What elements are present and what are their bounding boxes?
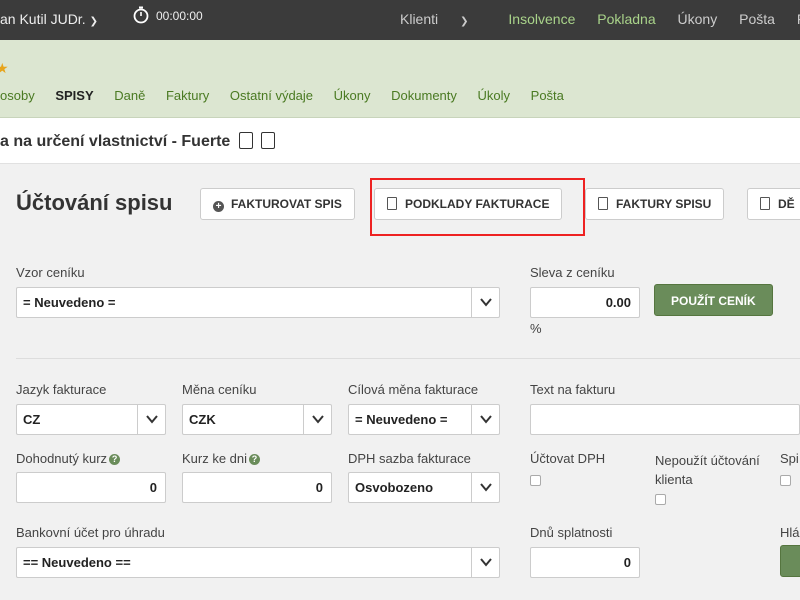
button-label: FAKTURY SPISU	[616, 197, 712, 211]
tab-osoby[interactable]: osoby	[0, 88, 35, 103]
divider	[16, 358, 800, 359]
user-menu[interactable]: an Kutil JUDr. ❯	[0, 11, 98, 27]
case-title-text: a na určení vlastnictví - Fuerte	[0, 133, 231, 150]
chevron-down-icon	[471, 473, 499, 502]
stopwatch-icon	[133, 6, 149, 24]
chevron-down-icon: ❯	[460, 16, 469, 27]
chevron-down-icon	[471, 288, 499, 317]
spi-checkbox[interactable]	[780, 475, 791, 486]
rate-date-label: Kurz ke dni?	[182, 451, 261, 466]
partial-green-button[interactable]	[780, 545, 800, 577]
tab-spisy[interactable]: SPISY	[55, 88, 93, 103]
tab-ukony[interactable]: Úkony	[334, 88, 371, 103]
tab-dane[interactable]: Daně	[114, 88, 145, 103]
tab-ostatni-vydaje[interactable]: Ostatní výdaje	[230, 88, 313, 103]
language-select[interactable]: CZ	[16, 404, 166, 435]
case-title-bar: a na určení vlastnictví - Fuerte	[0, 118, 800, 164]
vat-rate-select[interactable]: Osvobozeno	[348, 472, 500, 503]
agreed-rate-input[interactable]: 0	[16, 472, 166, 503]
help-icon[interactable]: ?	[109, 454, 121, 465]
discount-label: Sleva z ceníku	[530, 265, 615, 280]
select-value: == Neuvedeno ==	[23, 555, 131, 570]
nav-label: Klienti	[400, 11, 439, 27]
select-value: CZ	[23, 412, 41, 427]
button-label: FAKTUROVAT SPIS	[231, 197, 342, 211]
case-tabs: osoby SPISY Daně Faktury Ostatní výdaje …	[0, 88, 581, 103]
select-value: = Neuvedeno =	[355, 412, 448, 427]
tab-posta[interactable]: Pošta	[531, 88, 564, 103]
page-title: Účtování spisu	[16, 190, 173, 215]
price-template-select[interactable]: = Neuvedeno =	[16, 287, 500, 318]
label-text: Kurz ke dni	[182, 451, 248, 466]
plus-circle-icon: +	[213, 201, 224, 212]
case-title: a na určení vlastnictví - Fuerte	[0, 132, 276, 151]
discount-unit: %	[530, 321, 542, 336]
chevron-down-icon	[471, 405, 499, 434]
user-name: an Kutil JUDr.	[0, 11, 86, 27]
tab-ukoly[interactable]: Úkoly	[478, 88, 511, 103]
charge-vat-label: Účtovat DPH	[530, 451, 606, 466]
sub-bar: ★ osoby SPISY Daně Faktury Ostatní výdaj…	[0, 40, 800, 118]
chevron-down-icon: ❯	[89, 16, 98, 27]
star-icon[interactable]: ★	[0, 60, 9, 77]
target-currency-select[interactable]: = Neuvedeno =	[348, 404, 500, 435]
currency-label: Měna ceníku	[182, 382, 257, 397]
chevron-down-icon	[137, 405, 165, 434]
select-value: Osvobozeno	[355, 480, 434, 495]
timer[interactable]: 00:00:00	[132, 6, 203, 24]
invoice-case-button[interactable]: + FAKTUROVAT SPIS	[200, 188, 355, 220]
spi-label: Spi	[780, 451, 799, 466]
top-bar: an Kutil JUDr. ❯ 00:00:00 Klienti ❯ Insolv…	[0, 0, 800, 40]
chevron-down-icon	[303, 405, 331, 434]
bank-account-label: Bankovní účet pro úhradu	[16, 525, 165, 540]
tab-faktury[interactable]: Faktury	[166, 88, 209, 103]
due-days-label: Dnů splatnosti	[530, 525, 613, 540]
clipboard-text-icon[interactable]	[238, 132, 253, 149]
tab-dokumenty[interactable]: Dokumenty	[391, 88, 457, 103]
language-label: Jazyk fakturace	[16, 382, 107, 397]
main-nav: Klienti ❯ Insolvence Pokladna Úkony Pošta…	[400, 11, 800, 27]
target-currency-label: Cílová měna fakturace	[348, 382, 479, 397]
nav-item-posta[interactable]: Pošta	[739, 11, 775, 27]
nav-item-pokladna[interactable]: Pokladna	[597, 11, 655, 27]
apply-price-list-button[interactable]: POUŽÍT CENÍK	[654, 284, 773, 316]
button-label: DĚ	[778, 197, 795, 211]
currency-select[interactable]: CZK	[182, 404, 332, 435]
invoice-text-input[interactable]	[530, 404, 800, 435]
discount-input[interactable]: 0.00	[530, 287, 640, 318]
charge-vat-checkbox[interactable]	[530, 475, 541, 486]
case-invoices-button[interactable]: FAKTURY SPISU	[585, 188, 725, 220]
bank-account-select[interactable]: == Neuvedeno ==	[16, 547, 500, 578]
due-days-input[interactable]: 0	[530, 547, 640, 578]
highlight-box	[370, 178, 585, 236]
document-icon	[760, 197, 770, 210]
more-button[interactable]: DĚ	[747, 188, 800, 220]
agreed-rate-label: Dohodnutý kurz?	[16, 451, 121, 466]
chevron-down-icon	[471, 548, 499, 577]
nav-item-klienti[interactable]: Klienti ❯	[400, 11, 487, 27]
document-icon	[598, 197, 608, 210]
help-icon[interactable]: ?	[249, 454, 261, 465]
no-client-billing-label: Nepoužít účtování klienta	[655, 453, 760, 487]
label-text: Dohodnutý kurz	[16, 451, 108, 466]
clipboard-attach-icon[interactable]	[261, 132, 276, 149]
timer-value: 00:00:00	[156, 9, 203, 23]
select-value: CZK	[189, 412, 216, 427]
select-value: = Neuvedeno =	[23, 295, 116, 310]
rate-date-input[interactable]: 0	[182, 472, 332, 503]
nav-item-ukony[interactable]: Úkony	[678, 11, 718, 27]
vat-rate-label: DPH sazba fakturace	[348, 451, 471, 466]
hla-label: Hlá	[780, 525, 800, 540]
nav-item-insolvence[interactable]: Insolvence	[508, 11, 575, 27]
no-client-billing-checkbox[interactable]	[655, 494, 666, 505]
invoice-text-label: Text na fakturu	[530, 382, 616, 397]
price-template-label: Vzor ceníku	[16, 265, 85, 280]
